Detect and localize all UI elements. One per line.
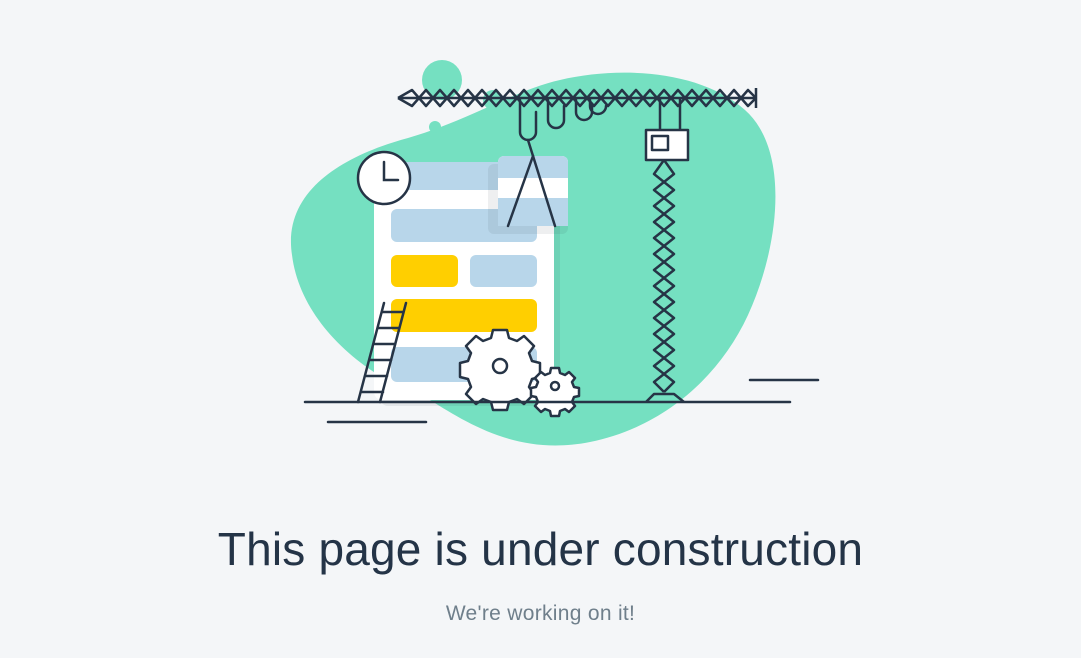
under-construction-illustration — [290, 60, 820, 446]
clock-icon — [356, 150, 412, 206]
gear-large-icon — [458, 328, 542, 412]
page-title: This page is under construction — [217, 523, 864, 575]
page-subtitle: We're working on it! — [445, 602, 636, 625]
gear-small-icon — [529, 366, 581, 418]
decor-circle-small — [429, 121, 441, 133]
